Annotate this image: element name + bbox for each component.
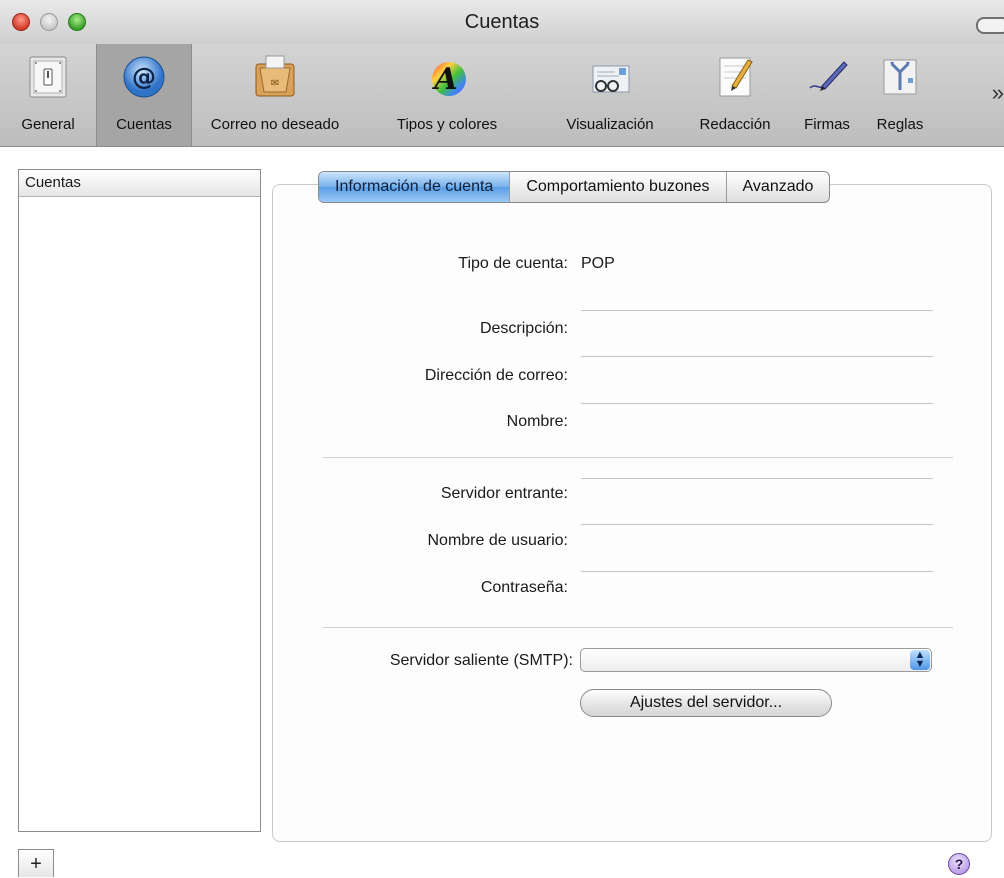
toolbar-label: Correo no deseado bbox=[210, 116, 340, 133]
preferences-toolbar: General @ Cuentas ✉ Correo no deseado A … bbox=[0, 44, 1004, 147]
rules-arrows-icon bbox=[883, 59, 917, 95]
server-settings-button[interactable]: Ajustes del servidor... bbox=[580, 689, 832, 717]
name-field[interactable] bbox=[581, 403, 933, 425]
name-label: Nombre: bbox=[506, 413, 568, 430]
window-title: Cuentas bbox=[464, 11, 540, 33]
incoming-server-label: Servidor entrante: bbox=[440, 485, 568, 502]
toolbar-label: Cuentas bbox=[116, 116, 172, 133]
account-type-label: Tipo de cuenta: bbox=[458, 255, 568, 272]
tab-comportamiento-buzones[interactable]: Comportamiento buzones bbox=[510, 172, 727, 202]
tab-avanzado[interactable]: Avanzado bbox=[727, 172, 830, 202]
toolbar-item-redaccion[interactable]: Redacción bbox=[680, 44, 790, 146]
section-divider bbox=[323, 627, 953, 628]
account-tabs: Información de cuenta Comportamiento buz… bbox=[318, 171, 831, 203]
add-account-button[interactable]: + bbox=[18, 849, 54, 877]
email-label: Dirección de correo: bbox=[424, 367, 568, 384]
tab-informacion-de-cuenta[interactable]: Información de cuenta bbox=[319, 172, 511, 202]
toolbar-overflow-icon[interactable]: » bbox=[992, 80, 1004, 106]
account-type-value: POP bbox=[581, 255, 615, 272]
toolbar-item-firmas[interactable]: Firmas bbox=[790, 44, 864, 146]
viewing-glasses-icon bbox=[592, 65, 630, 93]
title-bar: Cuentas bbox=[0, 0, 1004, 44]
toolbar-label: Reglas bbox=[876, 116, 924, 133]
description-field[interactable] bbox=[581, 310, 933, 332]
email-field[interactable] bbox=[581, 356, 933, 378]
help-button[interactable]: ? bbox=[948, 853, 970, 875]
toolbar-item-reglas[interactable]: Reglas bbox=[864, 44, 936, 146]
incoming-server-field[interactable] bbox=[581, 478, 933, 500]
account-settings-panel bbox=[272, 184, 992, 842]
font-color-icon: A bbox=[431, 62, 466, 97]
description-label: Descripción: bbox=[479, 320, 568, 337]
toolbar-toggle-button[interactable] bbox=[976, 17, 1004, 34]
svg-text:@: @ bbox=[132, 63, 156, 91]
switch-icon bbox=[29, 56, 67, 98]
toolbar-item-tipos-y-colores[interactable]: A Tipos y colores bbox=[354, 44, 540, 146]
password-label: Contraseña: bbox=[480, 579, 568, 596]
toolbar-item-general[interactable]: General bbox=[0, 44, 96, 146]
toolbar-label: Visualización bbox=[566, 116, 654, 133]
toolbar-item-correo-no-deseado[interactable]: ✉ Correo no deseado bbox=[196, 44, 354, 146]
smtp-server-select[interactable]: ▲ ▼ bbox=[580, 648, 932, 672]
toolbar-label: General bbox=[21, 116, 75, 133]
signature-pen-icon bbox=[809, 61, 848, 91]
username-label: Nombre de usuario: bbox=[427, 532, 568, 549]
toolbar-item-cuentas[interactable]: @ Cuentas bbox=[96, 44, 192, 146]
updown-arrows-icon: ▲ ▼ bbox=[910, 650, 930, 670]
username-field[interactable] bbox=[581, 524, 933, 546]
junk-mail-icon: ✉ bbox=[255, 55, 295, 97]
svg-text:✉: ✉ bbox=[271, 78, 279, 89]
at-sign-icon: @ bbox=[123, 56, 165, 98]
toolbar-label: Tipos y colores bbox=[396, 116, 498, 133]
toolbar-label: Redacción bbox=[699, 116, 771, 133]
smtp-label: Servidor saliente (SMTP): bbox=[389, 652, 573, 669]
svg-text:A: A bbox=[431, 62, 457, 97]
toolbar-label: Firmas bbox=[804, 116, 850, 133]
accounts-list[interactable]: Cuentas bbox=[18, 169, 261, 832]
accounts-list-header: Cuentas bbox=[19, 170, 260, 197]
compose-pencil-icon bbox=[719, 57, 753, 97]
section-divider bbox=[323, 457, 953, 458]
toolbar-item-visualizacion[interactable]: Visualización bbox=[540, 44, 680, 146]
password-field[interactable] bbox=[581, 571, 933, 593]
